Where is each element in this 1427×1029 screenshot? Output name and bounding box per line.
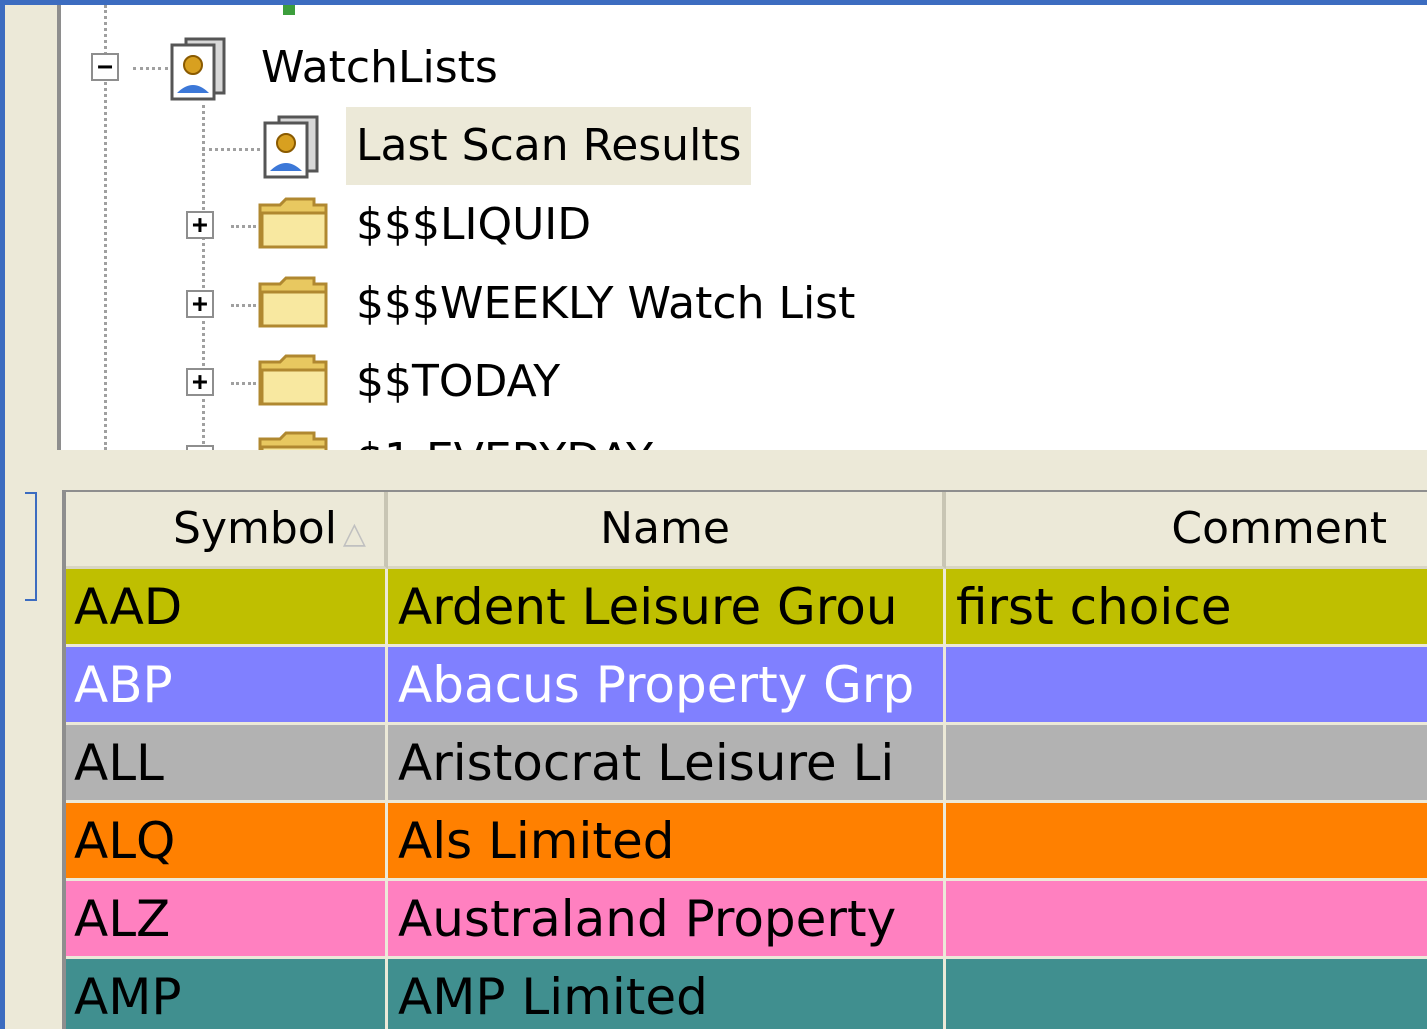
pane-splitter[interactable] [5,450,1427,490]
table-row[interactable]: ABP Abacus Property Grp [66,647,1427,725]
tree-line [202,148,260,151]
cell-symbol[interactable]: AMP [66,959,388,1029]
tree-node-label: $$$WEEKLY Watch List [356,278,856,329]
column-header-comment[interactable]: Comment [946,492,1427,569]
tree-top-marker [283,5,295,15]
cell-name[interactable]: Australand Property [388,881,946,959]
cell-symbol[interactable]: ALL [66,725,388,803]
expand-toggle[interactable]: + [186,368,214,396]
column-header-label: Comment [1171,503,1387,554]
tree-node-label: $$TODAY [356,356,561,407]
cell-name[interactable]: AMP Limited [388,959,946,1029]
tree-node-label: $1 EVERYDAY [346,429,663,450]
expand-toggle[interactable]: + [186,211,214,239]
folder-icon [258,197,328,249]
cell-name[interactable]: Abacus Property Grp [388,647,946,725]
tree-line [231,382,256,385]
table-row[interactable]: ALZ Australand Property [66,881,1427,959]
cell-comment[interactable] [946,647,1427,725]
tree-node-label: Last Scan Results [346,107,752,185]
watchlist-window: − WatchLists Last Scan Results + $$$LIQU… [0,0,1427,1029]
cell-symbol[interactable]: ABP [66,647,388,725]
tree-line [231,225,256,228]
cell-name[interactable]: Aristocrat Leisure Li [388,725,946,803]
watchlist-icon [170,37,226,101]
collapse-toggle[interactable]: − [91,53,119,81]
watchlist-icon [263,115,319,179]
side-panel-tab[interactable] [25,492,37,601]
folder-icon [258,431,328,450]
cell-comment[interactable] [946,959,1427,1029]
column-header-symbol[interactable]: Symbol △ [66,492,388,569]
folder-icon [258,354,328,406]
cell-name[interactable]: Als Limited [388,803,946,881]
tree-node-label: $$$LIQUID [356,199,592,250]
cell-comment[interactable] [946,881,1427,959]
table-row[interactable]: ALQ Als Limited [66,803,1427,881]
cell-symbol[interactable]: ALQ [66,803,388,881]
watchlist-grid: Symbol △ Name Comment AAD Ardent Leisure G… [62,490,1427,1029]
column-header-label: Symbol [173,503,337,554]
tree-line [133,67,168,70]
cell-comment[interactable] [946,725,1427,803]
grid-header: Symbol △ Name Comment [66,492,1427,569]
column-header-name[interactable]: Name [388,492,946,569]
cell-symbol[interactable]: ALZ [66,881,388,959]
tree-line [231,304,256,307]
sort-ascending-icon: △ [342,516,366,551]
table-row[interactable]: ALL Aristocrat Leisure Li [66,725,1427,803]
cell-name[interactable]: Ardent Leisure Grou [388,569,946,647]
table-row[interactable]: AAD Ardent Leisure Grou first choice [66,569,1427,647]
cell-symbol[interactable]: AAD [66,569,388,647]
folder-icon [258,276,328,328]
cell-comment[interactable] [946,803,1427,881]
watchlist-tree: − WatchLists Last Scan Results + $$$LIQU… [57,5,1427,450]
cell-comment[interactable]: first choice [946,569,1427,647]
tree-line [202,105,205,450]
table-row[interactable]: AMP AMP Limited [66,959,1427,1029]
expand-toggle[interactable]: + [186,290,214,318]
column-header-label: Name [600,503,730,554]
tree-node-label: WatchLists [261,42,498,93]
